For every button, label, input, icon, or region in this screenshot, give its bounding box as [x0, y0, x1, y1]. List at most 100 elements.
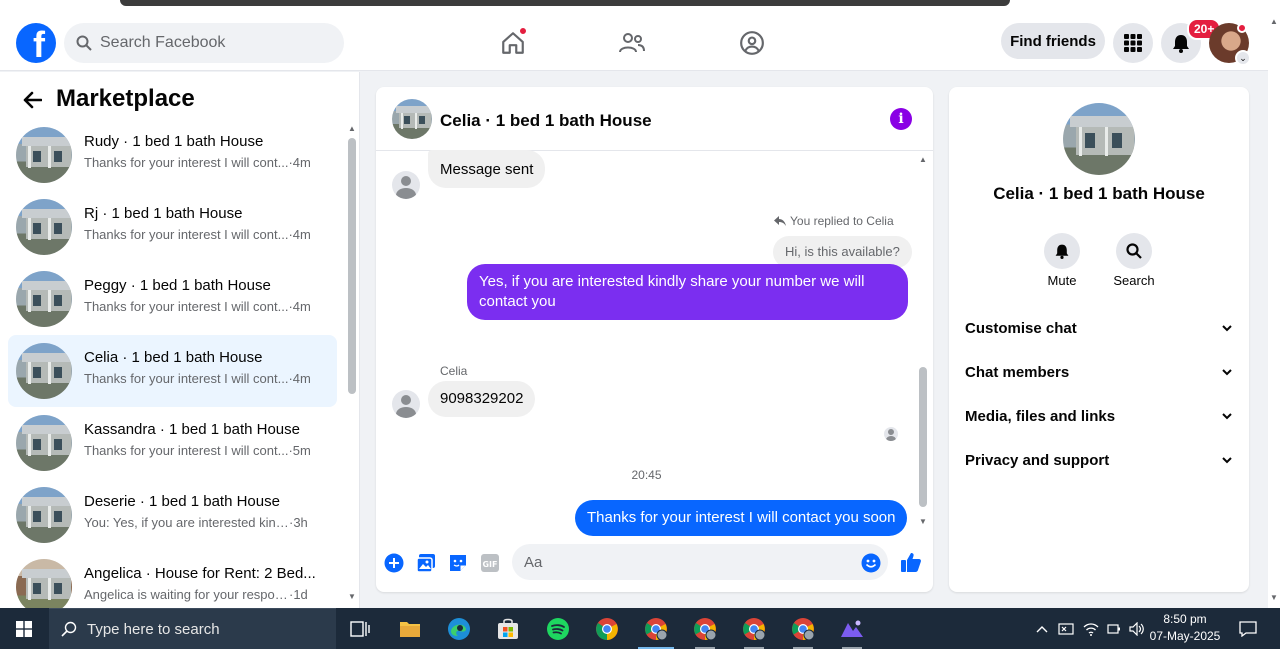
sender-avatar	[392, 171, 420, 199]
chrome-profile-icon[interactable]	[632, 608, 680, 649]
info-icon[interactable]: i	[890, 108, 912, 130]
clock-date: 07-May-2025	[1149, 629, 1221, 643]
conversation-title: Kassandra · 1 bed 1 bath House	[84, 421, 300, 438]
bell-icon	[1055, 244, 1069, 259]
conversation-preview: You: Yes, if you are interested kindl...…	[84, 515, 308, 530]
section-label: Media, files and links	[965, 408, 1116, 425]
listing-thumbnail	[16, 487, 72, 543]
page-scrollbar[interactable]: ▲ ▼	[1268, 15, 1280, 608]
gif-icon[interactable]: GIF	[480, 553, 500, 573]
message-input[interactable]	[512, 544, 888, 580]
message-bubble-sent[interactable]: Thanks for your interest I will contact …	[575, 500, 908, 536]
photo-editor-icon[interactable]	[828, 608, 876, 649]
message-bubble-received[interactable]: Message sent	[428, 150, 546, 188]
search-in-chat-button[interactable]	[1116, 233, 1152, 269]
conversation-item[interactable]: Deserie · 1 bed 1 bath House You: Yes, if…	[8, 479, 337, 551]
chrome-profile-icon[interactable]	[730, 608, 778, 649]
volume-icon[interactable]	[1128, 620, 1146, 638]
chrome-profile-icon[interactable]	[681, 608, 729, 649]
photo-icon[interactable]	[416, 553, 436, 573]
preview-time: ·1d	[289, 587, 308, 602]
conversation-preview: Thanks for your interest I will cont...·…	[84, 155, 311, 170]
preview-text: Thanks for your interest I will cont...	[84, 443, 289, 458]
privacy-support-section[interactable]: Privacy and support	[965, 452, 1233, 476]
chrome-profile-icon[interactable]	[779, 608, 827, 649]
marketplace-sidebar: Marketplace Rudy · 1 bed 1 bath House Tha…	[0, 72, 360, 615]
windows-start-icon[interactable]	[0, 608, 48, 649]
language-input-icon[interactable]	[1057, 620, 1075, 638]
microsoft-store-icon[interactable]	[484, 608, 532, 649]
friends-icon	[619, 33, 645, 53]
chevron-down-icon	[1222, 369, 1232, 376]
account-chevron-down-icon[interactable]: ⌄	[1235, 50, 1251, 66]
preview-time: ·4m	[288, 227, 311, 242]
conversation-item[interactable]: Rudy · 1 bed 1 bath House Thanks for your…	[8, 119, 337, 191]
task-view-icon[interactable]	[336, 608, 384, 649]
scroll-up-arrow-icon[interactable]: ▲	[348, 124, 356, 133]
conversation-item[interactable]: Peggy · 1 bed 1 bath House Thanks for you…	[8, 263, 337, 335]
customise-chat-section[interactable]: Customise chat	[965, 320, 1233, 344]
scroll-down-arrow-icon[interactable]: ▼	[919, 517, 927, 526]
svg-text:GIF: GIF	[482, 560, 497, 569]
menu-button[interactable]	[1113, 23, 1153, 63]
scroll-up-arrow-icon[interactable]: ▲	[1270, 17, 1278, 26]
groups-nav-button[interactable]	[732, 23, 772, 63]
conversation-item[interactable]: Celia · 1 bed 1 bath House Thanks for you…	[8, 335, 337, 407]
section-label: Customise chat	[965, 320, 1077, 337]
notification-center-icon[interactable]	[1238, 620, 1258, 638]
wifi-icon[interactable]	[1082, 620, 1100, 638]
chat-scroll-thumb[interactable]	[919, 367, 927, 507]
preview-time: ·4m	[288, 371, 311, 386]
chat-scrollbar[interactable]: ▲ ▼	[917, 155, 929, 529]
chrome-icon[interactable]	[583, 608, 631, 649]
conversation-item[interactable]: Kassandra · 1 bed 1 bath House Thanks for…	[8, 407, 337, 479]
conversation-item[interactable]: Rj · 1 bed 1 bath House Thanks for your i…	[8, 191, 337, 263]
chat-title[interactable]: Celia · 1 bed 1 bath House	[440, 111, 652, 131]
spotify-icon[interactable]	[534, 608, 582, 649]
media-files-links-section[interactable]: Media, files and links	[965, 408, 1233, 432]
taskbar-clock[interactable]: 8:50 pm 07-May-2025	[1145, 611, 1225, 645]
conversation-preview: Thanks for your interest I will cont...·…	[84, 227, 311, 242]
back-arrow-icon[interactable]	[20, 88, 44, 112]
sticker-icon[interactable]	[448, 553, 468, 573]
like-thumbs-up-icon[interactable]	[900, 551, 922, 573]
preview-time: ·5m	[288, 443, 311, 458]
message-bubble-received[interactable]: 9098329202	[428, 381, 536, 417]
file-explorer-icon[interactable]	[386, 608, 434, 649]
edge-browser-icon[interactable]	[435, 608, 483, 649]
preview-time: ·3h	[289, 515, 308, 530]
conversation-preview: Thanks for your interest I will cont...·…	[84, 371, 311, 386]
search-icon	[1126, 243, 1142, 259]
mute-button[interactable]	[1044, 233, 1080, 269]
facebook-logo-icon[interactable]: f	[16, 23, 56, 63]
chat-listing-thumbnail[interactable]	[392, 99, 432, 139]
listing-thumbnail[interactable]	[1063, 103, 1135, 175]
friends-nav-button[interactable]	[612, 23, 652, 63]
add-icon[interactable]	[384, 553, 404, 573]
sender-avatar	[392, 390, 420, 418]
home-nav-button[interactable]	[493, 23, 533, 63]
search-bar[interactable]	[64, 23, 344, 63]
search-input[interactable]	[100, 34, 320, 52]
replied-label: You replied to Celia	[790, 214, 894, 228]
scroll-down-arrow-icon[interactable]: ▼	[348, 592, 356, 601]
preview-text: Thanks for your interest I will cont...	[84, 299, 289, 314]
conversation-title: Rj · 1 bed 1 bath House	[84, 205, 243, 222]
chat-members-section[interactable]: Chat members	[965, 364, 1233, 388]
find-friends-button[interactable]: Find friends	[1001, 23, 1105, 59]
emoji-icon[interactable]	[861, 553, 881, 573]
conversation-title: Deserie · 1 bed 1 bath House	[84, 493, 280, 510]
scroll-down-arrow-icon[interactable]: ▼	[1270, 593, 1278, 602]
sidebar-scrollbar[interactable]: ▲ ▼	[346, 124, 358, 602]
scroll-up-arrow-icon[interactable]: ▲	[919, 155, 927, 164]
sidebar-scroll-thumb[interactable]	[348, 138, 356, 394]
message-composer: GIF	[376, 539, 933, 587]
preview-text: Thanks for your interest I will cont...	[84, 155, 289, 170]
taskbar-search-box[interactable]: Type here to search	[49, 608, 336, 649]
battery-icon[interactable]	[1105, 620, 1123, 638]
show-hidden-icons-chevron-up-icon[interactable]	[1033, 620, 1051, 638]
message-bubble-sent[interactable]: Yes, if you are interested kindly share …	[467, 264, 908, 320]
replied-indicator: You replied to Celia	[774, 214, 894, 228]
chevron-down-icon	[1222, 325, 1232, 332]
clock-time: 8:50 pm	[1163, 612, 1207, 626]
